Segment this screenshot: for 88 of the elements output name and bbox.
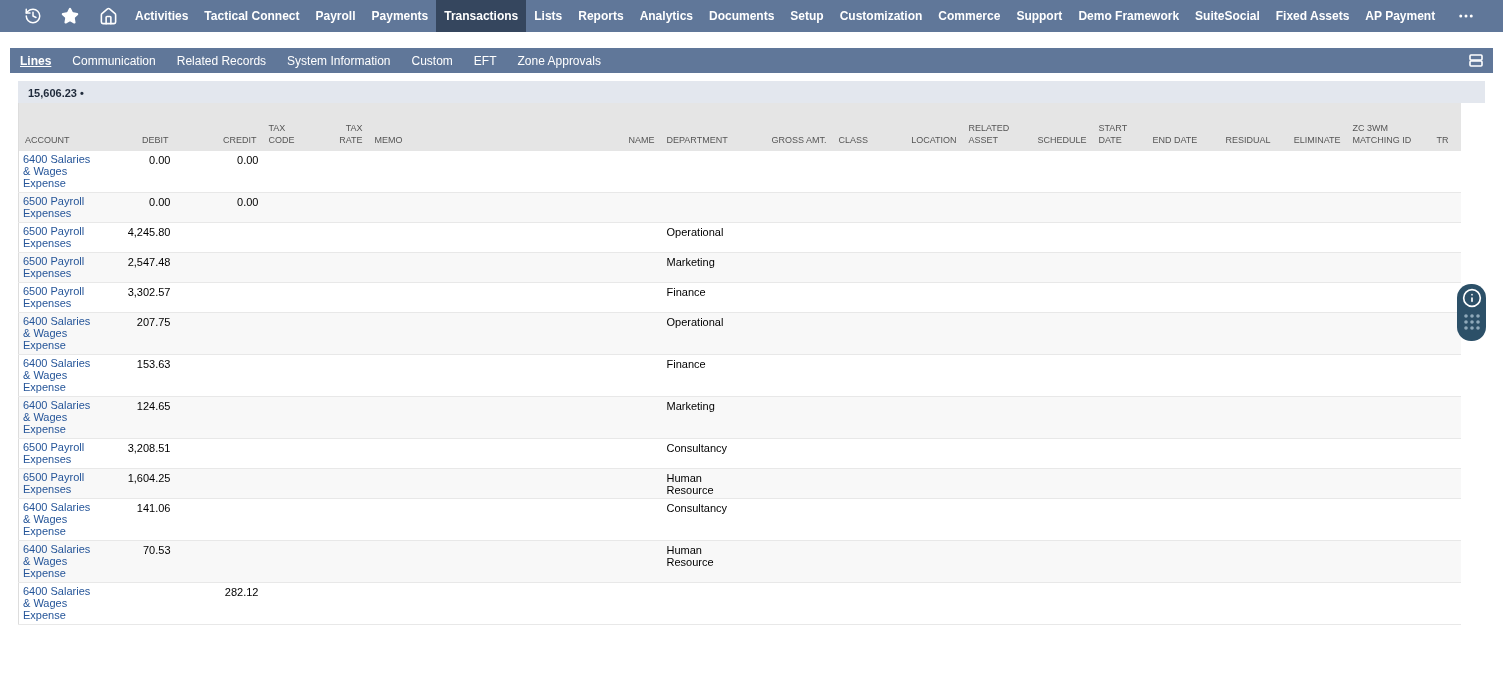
nav-menu-item[interactable]: Lists (526, 0, 571, 32)
column-header: DEBIT (142, 135, 169, 145)
grid-dots-icon[interactable] (1463, 314, 1480, 330)
debit-amount: 1,604.25 (127, 472, 171, 484)
nav-menu-item[interactable]: Analytics (631, 0, 701, 32)
debit-amount: 124.65 (136, 400, 171, 412)
account-link[interactable]: 6400 Salaries & Wages Expense (23, 399, 95, 435)
debit-amount: 141.06 (136, 502, 171, 514)
account-link[interactable]: 6400 Salaries & Wages Expense (23, 501, 95, 537)
account-link[interactable]: 6400 Salaries & Wages Expense (23, 153, 95, 189)
department-text: Operational (666, 226, 725, 238)
department-text: Finance (666, 358, 707, 370)
credit-amount: 282.12 (224, 586, 259, 598)
nav-menu-item[interactable]: Support (1008, 0, 1071, 32)
department-text: Marketing (666, 400, 716, 412)
history-icon[interactable] (24, 7, 42, 25)
nav-menu-item[interactable]: Activities (127, 0, 197, 32)
nav-menu-item[interactable]: Customization (831, 0, 931, 32)
subtab[interactable]: Custom (411, 51, 453, 70)
credit-amount: 0.00 (237, 154, 259, 166)
account-link[interactable]: 6500 Payroll Expenses (23, 285, 95, 309)
account-link[interactable]: 6500 Payroll Expenses (23, 441, 95, 465)
list-view-icon[interactable] (1469, 54, 1483, 67)
column-header: TR (1436, 135, 1449, 145)
department-text: Operational (666, 316, 725, 328)
column-header: CREDIT (223, 135, 257, 145)
department-text: Marketing (666, 256, 716, 268)
nav-menu-item[interactable]: Commerce (930, 0, 1009, 32)
account-link[interactable]: 6500 Payroll Expenses (23, 255, 95, 279)
credit-amount: 0.00 (237, 196, 259, 208)
nav-menu-item[interactable]: SuiteSocial (1187, 0, 1268, 32)
column-header: LOCATION (911, 135, 957, 145)
nav-menu-item[interactable]: Transactions (436, 0, 527, 32)
star-icon[interactable] (61, 7, 79, 25)
column-header: TAX RATE (339, 123, 363, 145)
column-header: MEMO (374, 135, 403, 145)
account-link[interactable]: 6400 Salaries & Wages Expense (23, 543, 95, 579)
subtab[interactable]: System Information (287, 51, 391, 70)
nav-menu-item[interactable]: AP Payment (1357, 0, 1444, 32)
department-text: Human Resource (666, 544, 715, 568)
nav-menu-item[interactable]: Payroll (307, 0, 364, 32)
subtab[interactable]: Related Records (176, 51, 267, 70)
debit-amount: 207.75 (136, 316, 171, 328)
account-link[interactable]: 6500 Payroll Expenses (23, 471, 95, 495)
account-link[interactable]: 6400 Salaries & Wages Expense (23, 585, 95, 621)
nav-menu-item[interactable]: Setup (782, 0, 832, 32)
nav-menu-item[interactable]: Tactical Connect (196, 0, 308, 32)
column-header: NAME (628, 135, 655, 145)
nav-menu-item[interactable]: Payments (363, 0, 437, 32)
subtab[interactable]: EFT (473, 51, 497, 70)
account-link[interactable]: 6400 Salaries & Wages Expense (23, 315, 95, 351)
debit-amount: 3,208.51 (127, 442, 171, 454)
subtab[interactable]: Communication (72, 51, 156, 70)
column-header: START DATE (1098, 123, 1127, 145)
department-text: Consultancy (666, 502, 727, 514)
nav-menu-item[interactable]: Fixed Assets (1267, 0, 1358, 32)
column-header: ELIMINATE (1293, 135, 1341, 145)
department-text: Human Resource (666, 472, 715, 496)
column-header: SCHEDULE (1037, 135, 1087, 145)
debit-amount: 0.00 (149, 154, 171, 166)
account-link[interactable]: 6400 Salaries & Wages Expense (23, 357, 95, 393)
column-header: GROSS AMT. (771, 135, 827, 145)
debit-amount: 0.00 (149, 196, 171, 208)
column-header: CLASS (838, 135, 868, 145)
column-header: TAX CODE (268, 123, 295, 145)
department-text: Consultancy (666, 442, 727, 454)
debit-amount: 70.53 (142, 544, 171, 556)
nav-menu-item[interactable]: Documents (701, 0, 783, 32)
department-text: Finance (666, 286, 707, 298)
debit-amount: 3,302.57 (127, 286, 171, 298)
account-link[interactable]: 6500 Payroll Expenses (23, 225, 95, 249)
nav-menu-item[interactable]: Demo Framework (1070, 0, 1188, 32)
column-header: RELATED ASSET (968, 123, 1010, 145)
home-icon[interactable] (99, 6, 118, 26)
debit-amount: 2,547.48 (127, 256, 171, 268)
debit-amount: 4,245.80 (127, 226, 171, 238)
info-icon[interactable] (1461, 288, 1482, 308)
column-header: RESIDUAL (1225, 135, 1271, 145)
debit-amount: 153.63 (136, 358, 171, 370)
column-header: ZC 3WM MATCHING ID (1352, 123, 1412, 145)
nav-menu-item[interactable]: Reports (570, 0, 632, 32)
column-header: ACCOUNT (25, 135, 70, 145)
subtab[interactable]: Zone Approvals (517, 51, 601, 70)
account-link[interactable]: 6500 Payroll Expenses (23, 195, 95, 219)
column-header: DEPARTMENT (666, 135, 728, 145)
help-widget[interactable] (1457, 284, 1486, 341)
subtab[interactable]: Lines (20, 51, 52, 70)
column-header: END DATE (1152, 135, 1198, 145)
